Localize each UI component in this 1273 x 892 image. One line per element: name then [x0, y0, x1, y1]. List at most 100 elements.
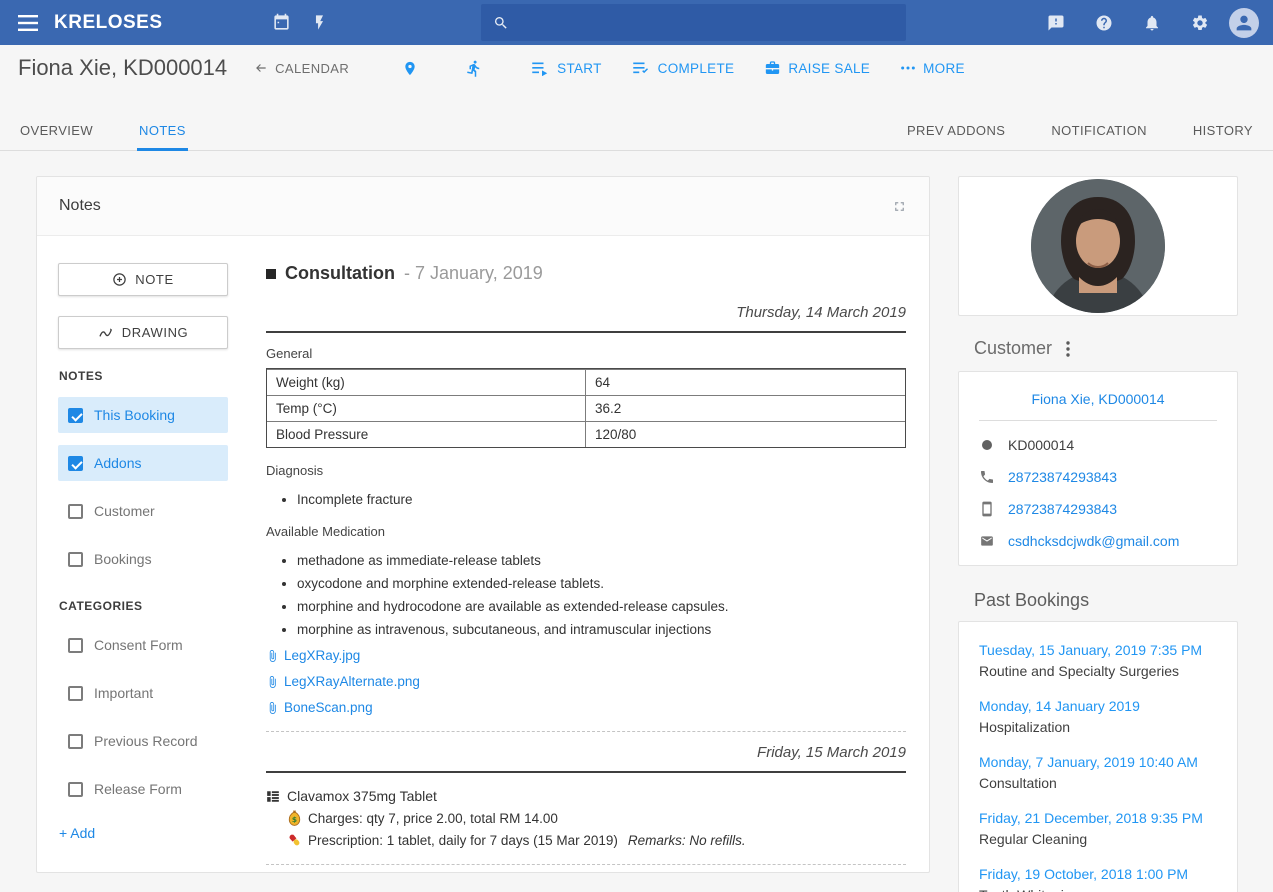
category-filter-item[interactable]: Release Form — [58, 771, 228, 807]
attachment-link[interactable]: LegXRay.jpg — [266, 648, 906, 663]
runner-icon[interactable] — [455, 53, 493, 83]
tab-bar: OVERVIEW NOTES PREV ADDONS NOTIFICATION … — [0, 123, 1273, 151]
complete-button[interactable]: COMPLETE — [632, 61, 735, 76]
charges-text: Charges: qty 7, price 2.00, total RM 14.… — [308, 810, 558, 826]
categories-section-label: CATEGORIES — [59, 599, 143, 613]
mobile-icon — [982, 501, 992, 517]
menu-icon[interactable] — [14, 9, 42, 37]
category-filter-item[interactable]: Important — [58, 675, 228, 711]
search-input[interactable] — [516, 14, 894, 31]
entry-separator — [266, 731, 906, 732]
note-filter-item[interactable]: This Booking — [58, 397, 228, 433]
raise-sale-button[interactable]: RAISE SALE — [764, 60, 870, 76]
vital-value: 36.2 — [595, 401, 622, 416]
past-booking-item[interactable]: Monday, 7 January, 2019 10:40 AM Consult… — [979, 754, 1217, 791]
past-bookings-card: Tuesday, 15 January, 2019 7:35 PM Routin… — [958, 621, 1238, 892]
add-note-button[interactable]: NOTE — [58, 263, 228, 296]
playlist-start-icon — [532, 62, 548, 76]
action-bar: Fiona Xie, KD000014 CALENDAR START COMPL… — [0, 45, 1273, 91]
vital-label: Temp (°C) — [267, 396, 586, 421]
tab-notification[interactable]: NOTIFICATION — [1049, 123, 1149, 150]
booking-date-link[interactable]: Monday, 7 January, 2019 10:40 AM — [979, 754, 1217, 770]
booking-date-link[interactable]: Friday, 19 October, 2018 1:00 PM — [979, 866, 1217, 882]
vital-value: 64 — [595, 375, 611, 390]
drawing-button[interactable]: DRAWING — [58, 316, 228, 349]
note-filter-item[interactable]: Addons — [58, 445, 228, 481]
phone-icon — [981, 471, 993, 483]
prescription-remarks: Remarks: No refills. — [627, 832, 746, 848]
diagnosis-list: Incomplete fracture — [297, 492, 906, 507]
booking-service: Teeth Whitening — [979, 887, 1217, 892]
kebab-icon[interactable] — [1066, 340, 1070, 357]
category-filter-item[interactable]: Consent Form — [58, 627, 228, 663]
svg-text:$: $ — [292, 815, 297, 824]
category-filter-item[interactable]: Previous Record — [58, 723, 228, 759]
money-bag-icon: $ — [288, 810, 301, 826]
checkbox-icon — [68, 503, 83, 519]
paperclip-icon — [269, 701, 276, 714]
customer-photo — [1031, 179, 1165, 313]
attachment-list: LegXRay.jpg LegXRayAlternate.png BoneSca… — [266, 648, 906, 715]
more-dots-icon — [901, 66, 915, 70]
back-to-calendar-button[interactable]: CALENDAR — [253, 61, 349, 76]
customer-phone[interactable]: 28723874293843 — [1008, 469, 1117, 485]
customer-mobile[interactable]: 28723874293843 — [1008, 501, 1117, 517]
vital-value: 120/80 — [595, 427, 637, 442]
general-label: General — [266, 346, 313, 361]
past-booking-item[interactable]: Monday, 14 January 2019 Hospitalization — [979, 698, 1217, 735]
expand-icon[interactable] — [892, 199, 907, 214]
tab-history[interactable]: HISTORY — [1191, 123, 1255, 150]
attachment-link[interactable]: BoneScan.png — [266, 700, 906, 715]
attachment-name: LegXRayAlternate.png — [284, 674, 420, 689]
past-booking-item[interactable]: Friday, 21 December, 2018 9:35 PM Regula… — [979, 810, 1217, 847]
booking-date-link[interactable]: Friday, 21 December, 2018 9:35 PM — [979, 810, 1217, 826]
customer-email[interactable]: csdhcksdcjwdk@gmail.com — [1008, 533, 1179, 549]
past-booking-item[interactable]: Tuesday, 15 January, 2019 7:35 PM Routin… — [979, 642, 1217, 679]
category-filter-list: Consent Form Important Previous Record R… — [58, 627, 228, 807]
add-category-link[interactable]: + Add — [59, 825, 95, 841]
notifications-icon[interactable] — [1135, 6, 1169, 40]
checkbox-icon — [68, 685, 83, 701]
diagnosis-item: Incomplete fracture — [297, 492, 906, 507]
past-booking-item[interactable]: Friday, 19 October, 2018 1:00 PM Teeth W… — [979, 866, 1217, 892]
tab-notes[interactable]: NOTES — [137, 123, 188, 151]
booking-service: Routine and Specialty Surgeries — [979, 663, 1180, 679]
search-bar — [480, 4, 906, 41]
customer-id: KD000014 — [1008, 437, 1075, 453]
diagnosis-label: Diagnosis — [266, 463, 324, 478]
tab-overview[interactable]: OVERVIEW — [18, 123, 95, 150]
calendar-icon[interactable] — [265, 6, 299, 40]
booking-date-link[interactable]: Tuesday, 15 January, 2019 7:35 PM — [979, 642, 1217, 658]
entry2-date: Friday, 15 March 2019 — [757, 744, 906, 761]
bolt-icon[interactable] — [303, 6, 337, 40]
entry1-date: Thursday, 14 March 2019 — [736, 304, 906, 321]
booking-date-link[interactable]: Monday, 14 January 2019 — [979, 698, 1217, 714]
tab-prev-addons[interactable]: PREV ADDONS — [905, 123, 1007, 150]
medication-item: morphine as intravenous, subcutaneous, a… — [297, 622, 906, 637]
notes-panel-title: Notes — [59, 197, 101, 214]
medication-label: Available Medication — [266, 524, 385, 539]
medication-list: methadone as immediate-release tablets ox… — [297, 553, 906, 637]
note-filter-list: This Booking Addons Customer Bookings — [58, 397, 228, 577]
help-icon[interactable] — [1087, 6, 1121, 40]
entry2-divider — [266, 771, 906, 773]
note-content: Consultation - 7 January, 2019 Thursday,… — [266, 263, 907, 872]
account-icon[interactable] — [1229, 7, 1259, 38]
feedback-icon[interactable] — [1039, 6, 1073, 40]
filter-label: This Booking — [94, 407, 175, 423]
booking-service: Hospitalization — [979, 719, 1071, 735]
customer-name-link[interactable]: Fiona Xie, KD000014 — [979, 387, 1217, 421]
vital-label: Weight (kg) — [267, 370, 586, 395]
add-circle-icon — [113, 273, 126, 286]
more-button[interactable]: MORE — [900, 61, 965, 76]
app-bar: KRELOSES — [0, 0, 1273, 45]
note-filter-item[interactable]: Customer — [58, 493, 228, 529]
note-filter-item[interactable]: Bookings — [58, 541, 228, 577]
location-pin-icon[interactable] — [391, 53, 429, 83]
note-title: Consultation — [285, 263, 395, 283]
settings-icon[interactable] — [1183, 6, 1217, 40]
attachment-link[interactable]: LegXRayAlternate.png — [266, 674, 906, 689]
notes-filter-column: NOTE DRAWING NOTES This Booking Addons C… — [58, 263, 228, 872]
booking-service: Consultation — [979, 775, 1057, 791]
start-button[interactable]: START — [531, 61, 602, 76]
